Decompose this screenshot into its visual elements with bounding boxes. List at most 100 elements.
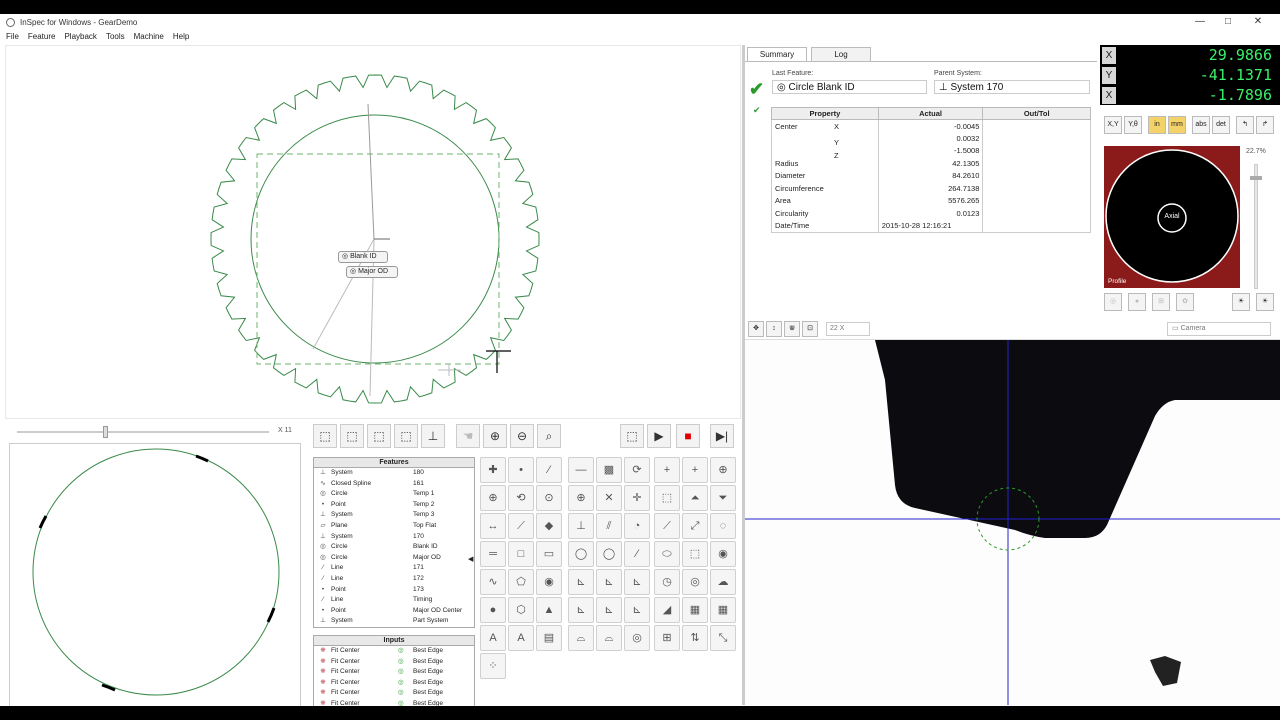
list-item[interactable]: ⁄ Line 171 (314, 563, 474, 574)
tool-button-4-9-icon[interactable]: ◎ (682, 569, 708, 595)
brightness-down-icon[interactable]: ☀ (1232, 293, 1250, 311)
tool-button-5-8-icon[interactable]: ◢ (654, 597, 680, 623)
tool-button-4-1-icon[interactable]: ⬠ (508, 569, 534, 595)
tool-button-5-2-icon[interactable]: ▲ (536, 597, 562, 623)
tool-button-5-10-icon[interactable]: ▦ (710, 597, 736, 623)
list-item[interactable]: ◎ Circle Temp 1 (314, 489, 474, 500)
zoom-thumb[interactable] (1250, 176, 1262, 180)
ring-light-icon[interactable]: ◎ (1104, 293, 1122, 311)
tool-button-4-0-icon[interactable]: ∿ (480, 569, 506, 595)
tool-button-3-10-icon[interactable]: ◉ (710, 541, 736, 567)
tool-button-6-5-icon[interactable]: ⌓ (596, 625, 622, 651)
play-icon[interactable]: ▶ (647, 424, 671, 448)
camera-select[interactable]: ▭ Camera (1167, 322, 1271, 336)
dro-y-button[interactable]: Y (1102, 67, 1116, 84)
light-preset-3-icon[interactable]: ⊞ (1152, 293, 1170, 311)
list-item[interactable]: ⊥ System Part System (314, 616, 474, 627)
tool-button-0-9-icon[interactable]: + (682, 457, 708, 483)
zoom-slider[interactable]: 22.7% (1242, 146, 1272, 294)
tab-summary[interactable]: Summary (747, 47, 807, 61)
view-side-icon[interactable]: ⬚ (367, 424, 391, 448)
tool-button-4-4-icon[interactable]: ⊾ (568, 569, 594, 595)
hand-icon[interactable]: ☚ (456, 424, 480, 448)
list-item[interactable]: ❋ Fit Center ◎ Best Edge (314, 688, 474, 699)
step-icon[interactable]: ▶| (710, 424, 734, 448)
tool-button-7-0-icon[interactable]: ⁘ (480, 653, 506, 679)
rotate-left-icon[interactable]: ↰ (1236, 116, 1254, 134)
close-button[interactable]: ✕ (1243, 14, 1273, 30)
tab-log[interactable]: Log (811, 47, 871, 61)
tool-button-3-9-icon[interactable]: ⬚ (682, 541, 708, 567)
list-item[interactable]: ◎ Circle Blank ID (314, 542, 474, 553)
list-item[interactable]: ❋ Fit Center ◎ Best Edge (314, 646, 474, 657)
tool-button-5-1-icon[interactable]: ⬡ (508, 597, 534, 623)
tool-button-5-0-icon[interactable]: ● (480, 597, 506, 623)
list-item[interactable]: ⊥ System Temp 3 (314, 510, 474, 521)
tool-button-0-8-icon[interactable]: + (654, 457, 680, 483)
tool-button-6-6-icon[interactable]: ◎ (624, 625, 650, 651)
brightness-up-icon[interactable]: ☀ (1256, 293, 1274, 311)
list-item[interactable]: ▱ Plane Top Flat (314, 521, 474, 532)
abs-button[interactable]: abs (1192, 116, 1210, 134)
zoom-select[interactable]: 22 X (826, 322, 870, 336)
focus-icon[interactable]: ⋓ (784, 321, 800, 337)
tool-button-1-9-icon[interactable]: ⏶ (682, 485, 708, 511)
inch-button[interactable]: in (1148, 116, 1166, 134)
list-item[interactable]: ⊥ System 180 (314, 468, 474, 479)
tool-button-2-6-icon[interactable]: ◔ (624, 513, 650, 539)
tool-button-3-6-icon[interactable]: ⁄ (624, 541, 650, 567)
tool-button-6-2-icon[interactable]: ▤ (536, 625, 562, 651)
rotate-right-icon[interactable]: ↱ (1256, 116, 1274, 134)
tool-button-4-8-icon[interactable]: ◷ (654, 569, 680, 595)
preview-slider-track[interactable] (17, 431, 269, 433)
tool-button-1-8-icon[interactable]: ⬚ (654, 485, 680, 511)
list-item[interactable]: ❋ Fit Center ◎ Best Edge (314, 667, 474, 678)
tool-button-4-5-icon[interactable]: ⊾ (596, 569, 622, 595)
light-preset-2-icon[interactable]: ● (1128, 293, 1146, 311)
tool-button-6-9-icon[interactable]: ⇅ (682, 625, 708, 651)
list-item[interactable]: ◎ Circle Major OD (314, 553, 474, 564)
tool-button-0-10-icon[interactable]: ⊕ (710, 457, 736, 483)
view-top-icon[interactable]: ⬚ (394, 424, 418, 448)
tool-button-4-2-icon[interactable]: ◉ (536, 569, 562, 595)
list-item[interactable]: ∿ Closed Spline 161 (314, 479, 474, 490)
tool-button-1-0-icon[interactable]: ⊕ (480, 485, 506, 511)
xy-button[interactable]: X,Y (1104, 116, 1122, 134)
axis-icon[interactable]: ⊥ (421, 424, 445, 448)
menu-playback[interactable]: Playback (64, 32, 96, 41)
tool-button-4-6-icon[interactable]: ⊾ (624, 569, 650, 595)
tool-button-2-0-icon[interactable]: ↔ (480, 513, 506, 539)
tag-major-od[interactable]: ◎ Major OD (346, 266, 398, 278)
zoom-window-icon[interactable]: ⌕ (537, 424, 561, 448)
list-item[interactable]: ⁄ Line Timing (314, 595, 474, 606)
tool-button-4-10-icon[interactable]: ☁ (710, 569, 736, 595)
tool-button-3-1-icon[interactable]: □ (508, 541, 534, 567)
list-item[interactable]: ⊥ System 170 (314, 532, 474, 543)
menu-file[interactable]: File (6, 32, 19, 41)
tool-button-1-1-icon[interactable]: ⟲ (508, 485, 534, 511)
tool-button-6-4-icon[interactable]: ⌓ (568, 625, 594, 651)
view-front-icon[interactable]: ⬚ (340, 424, 364, 448)
tool-button-6-8-icon[interactable]: ⊞ (654, 625, 680, 651)
tool-button-3-2-icon[interactable]: ▭ (536, 541, 562, 567)
tool-button-1-4-icon[interactable]: ⊕ (568, 485, 594, 511)
tool-button-6-1-icon[interactable]: A (508, 625, 534, 651)
list-item[interactable]: ❋ Fit Center ◎ Best Edge (314, 699, 474, 706)
tool-button-0-1-icon[interactable]: • (508, 457, 534, 483)
tool-button-2-1-icon[interactable]: ⟋ (508, 513, 534, 539)
menu-tools[interactable]: Tools (106, 32, 125, 41)
tool-button-5-4-icon[interactable]: ⊾ (568, 597, 594, 623)
list-item[interactable]: ❋ Fit Center ◎ Best Edge (314, 657, 474, 668)
list-item[interactable]: • Point 173 (314, 585, 474, 596)
tool-button-6-10-icon[interactable]: ⤡ (710, 625, 736, 651)
tool-button-6-0-icon[interactable]: A (480, 625, 506, 651)
view-iso-icon[interactable]: ⬚ (313, 424, 337, 448)
tool-button-1-6-icon[interactable]: ✛ (624, 485, 650, 511)
light-preset-4-icon[interactable]: ✿ (1176, 293, 1194, 311)
tool-button-2-10-icon[interactable]: ◌ (710, 513, 736, 539)
zoom-track[interactable] (1254, 164, 1258, 289)
tool-button-2-4-icon[interactable]: ⊥ (568, 513, 594, 539)
tool-button-5-5-icon[interactable]: ⊾ (596, 597, 622, 623)
list-item[interactable]: • Point Temp 2 (314, 500, 474, 511)
zoom-fit-icon[interactable]: ⊡ (802, 321, 818, 337)
